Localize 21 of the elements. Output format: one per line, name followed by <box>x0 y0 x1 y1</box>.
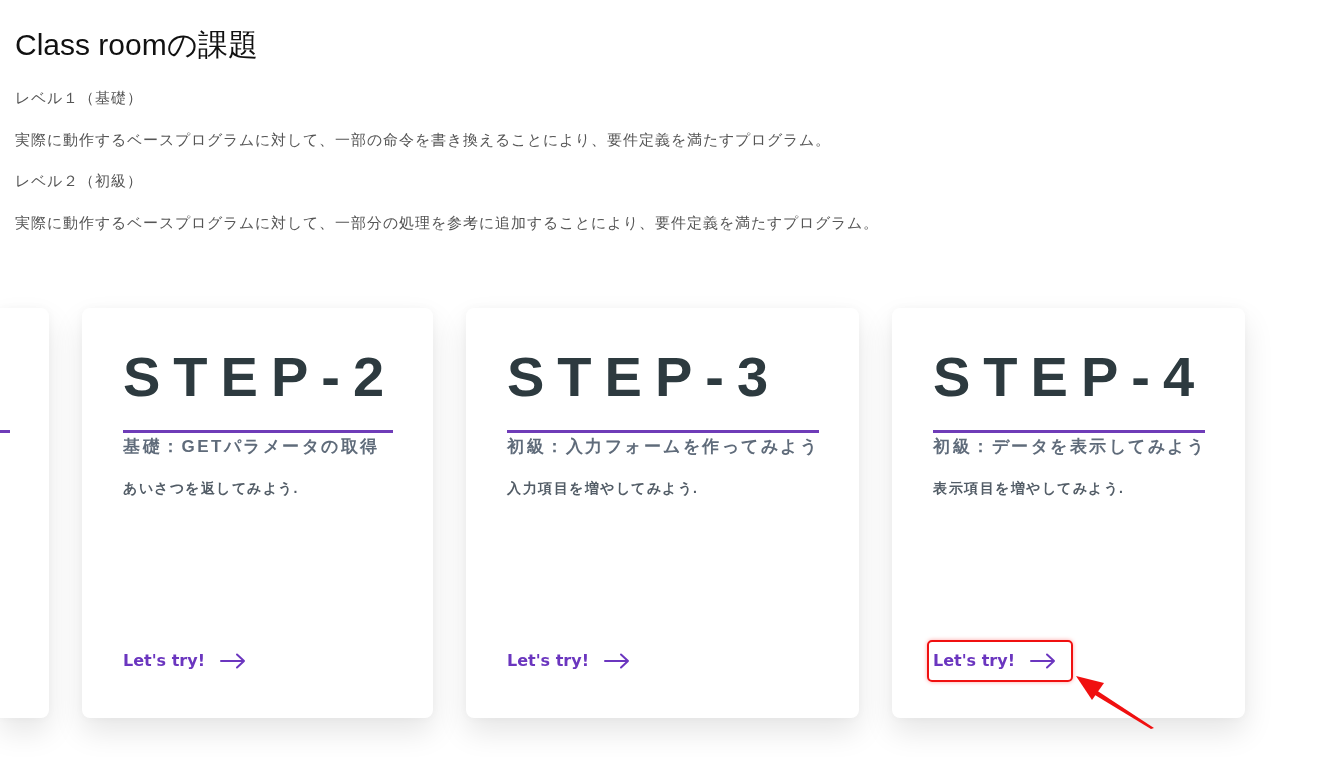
step-subtitle: 基礎：GETパラメータの取得 <box>123 436 380 458</box>
page-title: Class roomの課題 <box>15 27 259 63</box>
step-description: 表示項目を増やしてみよう. <box>933 479 1125 498</box>
step-subtitle: 初級：データを表示してみよう <box>933 436 1206 458</box>
step-description: 入力項目を増やしてみよう. <box>507 479 699 498</box>
level-description: 実際に動作するベースプログラムに対して、一部分の処理を参考に追加することにより、要件定義を満たすプログラム。 <box>15 212 880 233</box>
step-description: あいさつを返してみよう. <box>123 479 299 498</box>
arrow-right-icon <box>219 653 246 669</box>
arrow-right-icon <box>1029 653 1056 669</box>
lets-try-link[interactable]: Let's try! <box>117 640 263 682</box>
lets-try-link[interactable]: Let's try! <box>501 640 647 682</box>
level-description: 実際に動作するベースプログラムに対して、一部の命令を書き換えることにより、要件定義を満たすプログラム。 <box>15 129 832 150</box>
step-heading: STEP-2 <box>123 344 393 410</box>
lets-try-link[interactable]: Let's try! <box>927 640 1073 682</box>
step-subtitle: 初級：入力フォームを作ってみよう <box>507 436 819 458</box>
arrow-right-icon <box>603 653 630 669</box>
arrow-pointer-icon <box>1074 675 1155 729</box>
level-label: レベル１（基礎） <box>15 88 144 108</box>
step-heading: STEP-4 <box>933 344 1205 410</box>
level-label: レベル２（初級） <box>15 171 144 191</box>
step-heading: STEP-3 <box>507 344 783 410</box>
